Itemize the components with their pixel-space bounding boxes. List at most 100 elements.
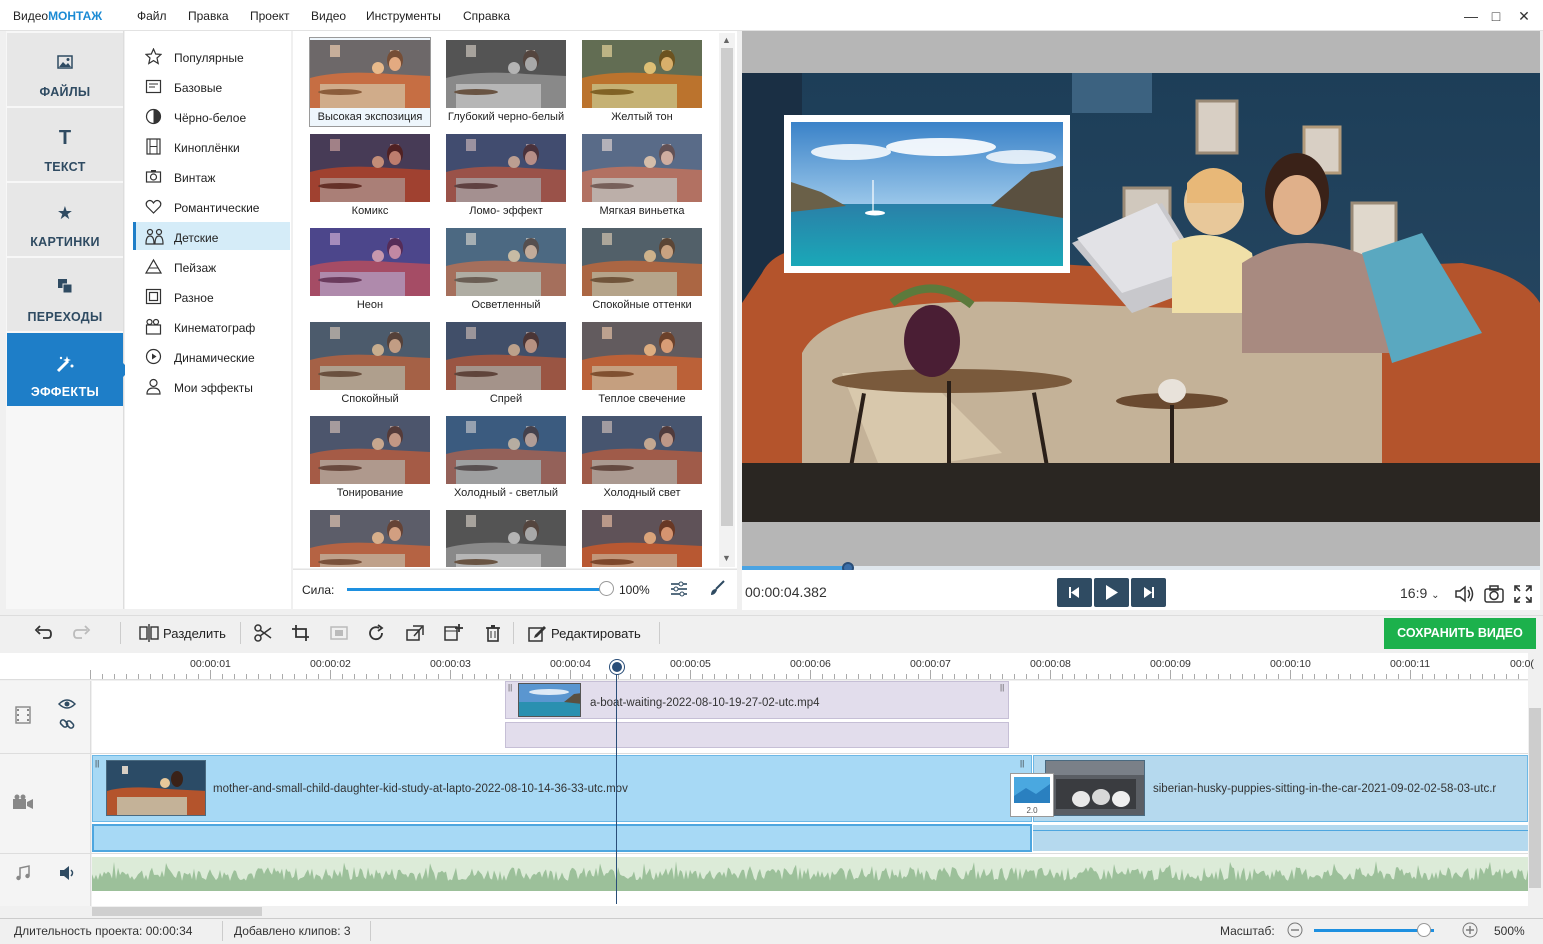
nav-tab-text[interactable]: T ТЕКСТ — [7, 108, 123, 181]
zoom-out-icon[interactable] — [1287, 922, 1303, 941]
playhead[interactable] — [616, 667, 617, 904]
ruler-tick — [486, 674, 487, 679]
rotate-icon[interactable] — [367, 624, 387, 642]
effect-thumbnail[interactable] — [446, 40, 566, 108]
effect-thumbnail[interactable] — [582, 416, 702, 484]
trim-handle-right[interactable]: || — [1000, 683, 1004, 692]
save-video-button[interactable]: СОХРАНИТЬ ВИДЕО — [1384, 618, 1536, 649]
ruler-tick-label: 00:00:02 — [310, 658, 351, 670]
effect-label: Теплое свечение — [598, 393, 686, 405]
category-basic[interactable]: Базовые — [133, 72, 290, 100]
effect-thumbnail[interactable] — [582, 134, 702, 202]
effect-thumbnail[interactable] — [582, 322, 702, 390]
category-star-outline[interactable]: Популярные — [133, 42, 290, 70]
crop-icon[interactable] — [291, 624, 311, 642]
nav-tab-effects[interactable]: ЭФФЕКТЫ — [7, 333, 130, 406]
strength-slider-handle[interactable] — [599, 581, 614, 596]
fullscreen-icon[interactable] — [1513, 584, 1535, 604]
trim-handle-left[interactable]: || — [508, 683, 512, 692]
prev-frame-button[interactable] — [1057, 578, 1092, 607]
ruler-tick — [462, 674, 463, 679]
effects-scrollbar-thumb[interactable] — [721, 48, 733, 526]
pip-overlay[interactable] — [784, 115, 1070, 273]
undo-icon[interactable] — [33, 624, 53, 642]
track-volume-icon[interactable] — [58, 865, 76, 884]
replace-icon[interactable] — [405, 624, 425, 642]
ruler-tick — [882, 674, 883, 679]
maximize-icon[interactable]: □ — [1486, 6, 1506, 26]
close-icon[interactable]: ✕ — [1514, 6, 1534, 26]
category-cinema[interactable]: Кинематограф — [133, 312, 290, 340]
strength-slider[interactable] — [347, 588, 607, 591]
aspect-ratio-select[interactable]: 16:9 ⌄ — [1400, 585, 1440, 601]
effect-thumbnail[interactable] — [310, 322, 430, 390]
effect-thumbnail[interactable] — [582, 40, 702, 108]
effect-thumbnail[interactable] — [446, 416, 566, 484]
category-kids[interactable]: Детские — [133, 222, 290, 250]
menu-edit[interactable]: Правка — [188, 9, 229, 23]
toolbar-divider — [513, 622, 514, 644]
brush-icon[interactable] — [708, 579, 726, 600]
link-icon[interactable] — [59, 716, 75, 735]
next-frame-button[interactable] — [1131, 578, 1166, 607]
effect-thumbnail[interactable] — [446, 228, 566, 296]
zoom-in-icon[interactable] — [1462, 922, 1478, 941]
nav-tab-transitions[interactable]: ПЕРЕХОДЫ — [7, 258, 123, 331]
effect-thumbnail[interactable] — [310, 510, 430, 567]
category-play-circle[interactable]: Динамические — [133, 342, 290, 370]
category-camera[interactable]: Винтаж — [133, 162, 290, 190]
ruler-tick — [1074, 674, 1075, 679]
category-misc[interactable]: Разное — [133, 282, 290, 310]
trim-handle-right[interactable]: || — [1020, 759, 1024, 768]
eye-icon[interactable] — [57, 698, 77, 713]
adjustments-icon[interactable] — [669, 579, 689, 602]
category-heart[interactable]: Романтические — [133, 192, 290, 220]
effect-thumbnail[interactable] — [310, 416, 430, 484]
play-button[interactable] — [1094, 578, 1129, 607]
effect-thumbnail[interactable] — [582, 228, 702, 296]
effect-thumbnail[interactable] — [310, 134, 430, 202]
delete-icon[interactable] — [483, 624, 503, 642]
edit-button[interactable]: Редактировать — [551, 626, 641, 641]
zoom-slider[interactable] — [1314, 929, 1434, 932]
timeline-hscrollbar[interactable] — [92, 906, 1528, 918]
category-landscape[interactable]: Пейзаж — [133, 252, 290, 280]
menu-file[interactable]: Файл — [137, 9, 167, 23]
effect-thumbnail[interactable] — [310, 228, 430, 296]
nav-tab-images[interactable]: ★ КАРТИНКИ — [7, 183, 123, 256]
split-button[interactable]: Разделить — [163, 626, 226, 641]
effect-thumbnail[interactable] — [310, 40, 430, 108]
edit-icon[interactable] — [527, 624, 547, 642]
scroll-down-icon[interactable]: ▼ — [722, 553, 731, 563]
effect-thumbnail[interactable] — [582, 510, 702, 567]
effect-thumbnail[interactable] — [446, 510, 566, 567]
audio-waveform[interactable] — [92, 857, 1528, 891]
main-clip-2-effects-lane[interactable] — [1033, 825, 1528, 851]
category-user[interactable]: Мои эффекты — [133, 372, 290, 400]
minimize-icon[interactable]: — — [1461, 6, 1481, 26]
redo-icon[interactable] — [72, 624, 92, 642]
overlay-clip-effects-lane[interactable] — [505, 722, 1009, 748]
effect-thumbnail[interactable] — [446, 134, 566, 202]
menu-help[interactable]: Справка — [463, 9, 510, 23]
split-icon[interactable] — [139, 624, 159, 642]
transition-marker[interactable]: 2.0 — [1010, 773, 1054, 817]
timeline-hscrollbar-thumb[interactable] — [92, 907, 262, 916]
nav-tab-files[interactable]: ФАЙЛЫ — [7, 33, 123, 106]
menu-project[interactable]: Проект — [250, 9, 290, 23]
category-bw[interactable]: Чёрно-белое — [133, 102, 290, 130]
scissors-icon[interactable] — [253, 624, 273, 642]
category-film[interactable]: Киноплёнки — [133, 132, 290, 160]
add-clip-icon[interactable] — [443, 624, 463, 642]
menu-tools[interactable]: Инструменты — [366, 9, 441, 23]
playhead-handle[interactable] — [610, 660, 624, 674]
ruler-tick — [1386, 674, 1387, 679]
timeline-vscrollbar-thumb[interactable] — [1529, 708, 1541, 888]
trim-handle-left[interactable]: || — [95, 759, 99, 768]
main-clip-1-effects-lane[interactable] — [92, 824, 1032, 852]
snapshot-icon[interactable] — [1483, 584, 1505, 604]
scroll-up-icon[interactable]: ▲ — [722, 35, 731, 45]
volume-icon[interactable] — [1453, 584, 1475, 604]
menu-video[interactable]: Видео — [311, 9, 346, 23]
effect-thumbnail[interactable] — [446, 322, 566, 390]
